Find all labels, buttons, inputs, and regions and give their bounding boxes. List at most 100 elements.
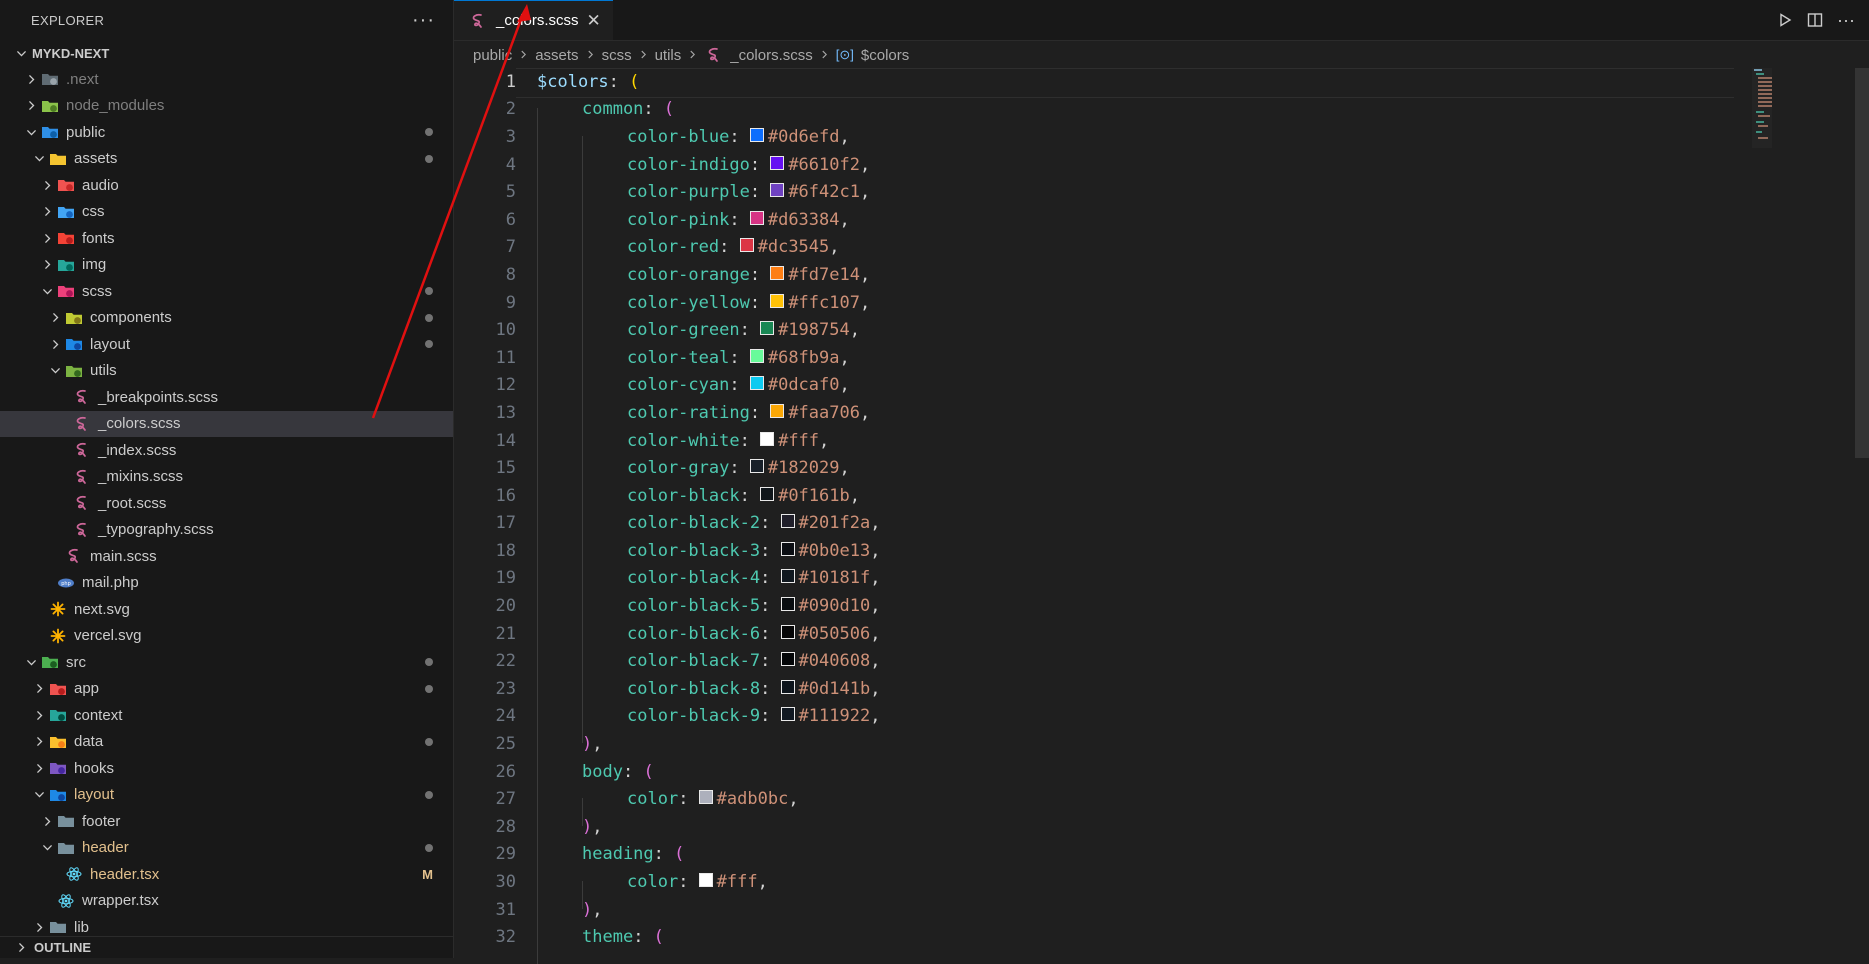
code-line[interactable]: 15 color-gray: #182029, — [454, 454, 1734, 496]
tree-item[interactable]: assets — [0, 146, 453, 173]
tree-item[interactable]: context — [0, 702, 453, 729]
code-line[interactable]: 16 color-black: #0f161b, — [454, 482, 1734, 523]
tree-item[interactable]: php mail.php — [0, 570, 453, 597]
code-line[interactable]: 22 color-black-7: #040608, — [454, 647, 1734, 689]
color-swatch[interactable] — [770, 155, 785, 170]
color-swatch[interactable] — [780, 597, 795, 612]
tree-item[interactable]: components — [0, 305, 453, 332]
tree-item[interactable]: audio — [0, 172, 453, 199]
tree-item[interactable]: layout — [0, 782, 453, 809]
tree-item[interactable]: public — [0, 119, 453, 146]
tree-item[interactable]: node_modules — [0, 93, 453, 120]
code-line[interactable]: 2 common: ( — [454, 96, 1734, 137]
tree-item[interactable]: .next — [0, 66, 453, 93]
tree-item[interactable]: main.scss — [0, 543, 453, 570]
tree-item[interactable]: img — [0, 252, 453, 279]
tree-item[interactable]: hooks — [0, 755, 453, 782]
color-swatch[interactable] — [760, 486, 775, 501]
code-line[interactable]: 30 color: #fff, — [454, 868, 1734, 910]
color-swatch[interactable] — [780, 679, 795, 694]
code-editor[interactable]: 1 $colors: (2 common: (3 color-blue: #0d6ef… — [454, 68, 1734, 964]
color-swatch[interactable] — [749, 376, 764, 391]
color-swatch[interactable] — [770, 183, 785, 198]
code-line[interactable]: 24 color-black-9: #111922, — [454, 703, 1734, 744]
tree-item[interactable]: _breakpoints.scss — [0, 384, 453, 411]
code-line[interactable]: 6 color-pink: #d63384, — [454, 206, 1734, 247]
more-actions-icon[interactable]: ··· — [1837, 10, 1855, 31]
color-swatch[interactable] — [739, 238, 754, 253]
tree-item[interactable]: header.tsx M — [0, 861, 453, 888]
tree-item[interactable]: layout — [0, 331, 453, 358]
color-swatch[interactable] — [749, 127, 764, 142]
code-line[interactable]: 19 color-black-4: #10181f, — [454, 565, 1734, 606]
tree-item[interactable]: app — [0, 676, 453, 703]
tree-item[interactable]: _typography.scss — [0, 517, 453, 544]
color-swatch[interactable] — [780, 707, 795, 722]
color-swatch[interactable] — [770, 403, 785, 418]
code-line[interactable]: 20 color-black-5: #090d10, — [454, 592, 1734, 634]
code-line[interactable]: 11 color-teal: #68fb9a, — [454, 344, 1734, 385]
code-line[interactable]: 9 color-yellow: #ffc107, — [454, 289, 1734, 330]
color-swatch[interactable] — [760, 431, 775, 446]
color-swatch[interactable] — [760, 321, 775, 336]
tree-item[interactable]: utils — [0, 358, 453, 385]
code-line[interactable]: 28), — [454, 813, 1734, 854]
code-line[interactable]: 13 color-rating: #faa706, — [454, 399, 1734, 440]
color-swatch[interactable] — [749, 459, 764, 474]
color-swatch[interactable] — [698, 790, 713, 805]
code-line[interactable]: 5 color-purple: #6f42c1, — [454, 178, 1734, 220]
color-swatch[interactable] — [780, 541, 795, 556]
minimap[interactable] — [1744, 68, 1814, 148]
breadcrumb-item[interactable]: public — [473, 47, 512, 64]
code-line[interactable]: 21 color-black-6: #050506, — [454, 620, 1734, 661]
code-line[interactable]: 25), — [454, 730, 1734, 772]
breadcrumb-item[interactable]: scss — [602, 47, 632, 64]
tree-item[interactable]: header — [0, 835, 453, 862]
color-swatch[interactable] — [698, 873, 713, 888]
breadcrumb-item[interactable]: $colors — [861, 47, 909, 64]
code-line[interactable]: 14 color-white: #fff, — [454, 427, 1734, 468]
tree-item[interactable]: data — [0, 729, 453, 756]
color-swatch[interactable] — [780, 514, 795, 529]
code-line[interactable]: 27 color: #adb0bc, — [454, 785, 1734, 827]
close-icon[interactable]: ✕ — [587, 11, 601, 31]
color-swatch[interactable] — [780, 569, 795, 584]
tree-item[interactable]: _colors.scss — [0, 410, 453, 437]
code-line[interactable]: 1 $colors: ( — [454, 68, 1734, 98]
code-line[interactable]: 18 color-black-3: #0b0e13, — [454, 537, 1734, 578]
tree-item[interactable]: vercel.svg — [0, 623, 453, 650]
color-swatch[interactable] — [780, 652, 795, 667]
run-icon[interactable] — [1777, 12, 1793, 28]
tree-item[interactable]: _mixins.scss — [0, 464, 453, 491]
code-line[interactable]: 31), — [454, 896, 1734, 937]
tree-item[interactable]: fonts — [0, 225, 453, 252]
code-line[interactable]: 26 body: ( — [454, 758, 1734, 799]
breadcrumb-item[interactable]: _colors.scss — [730, 47, 813, 64]
code-line[interactable]: 32 theme: ( — [454, 923, 1734, 964]
tree-item[interactable]: src — [0, 649, 453, 676]
scrollbar-thumb[interactable] — [1855, 68, 1869, 458]
vertical-scrollbar[interactable] — [1855, 68, 1869, 958]
code-line[interactable]: 4 color-indigo: #6610f2, — [454, 151, 1734, 192]
code-line[interactable]: 7 color-red: #dc3545, — [454, 234, 1734, 275]
workspace-root[interactable]: MYKD-NEXT — [0, 40, 453, 66]
code-line[interactable]: 3 color-blue: #0d6efd, — [454, 123, 1734, 164]
split-editor-icon[interactable] — [1807, 12, 1823, 28]
tree-item[interactable]: footer — [0, 808, 453, 835]
color-swatch[interactable] — [770, 265, 785, 280]
tree-item[interactable]: _root.scss — [0, 490, 453, 517]
tab-colors-scss[interactable]: _colors.scss ✕ — [454, 0, 613, 40]
color-swatch[interactable] — [770, 293, 785, 308]
code-line[interactable]: 17 color-black-2: #201f2a, — [454, 510, 1734, 551]
breadcrumb-item[interactable]: assets — [535, 47, 578, 64]
breadcrumb-item[interactable]: utils — [655, 47, 682, 64]
tree-item[interactable]: css — [0, 199, 453, 226]
color-swatch[interactable] — [749, 348, 764, 363]
code-line[interactable]: 23 color-black-8: #0d141b, — [454, 675, 1734, 716]
outline-section[interactable]: OUTLINE — [0, 936, 453, 958]
tree-item[interactable]: scss — [0, 278, 453, 305]
code-line[interactable]: 29 heading: ( — [454, 841, 1734, 882]
color-swatch[interactable] — [749, 210, 764, 225]
tree-item[interactable]: next.svg — [0, 596, 453, 623]
color-swatch[interactable] — [780, 624, 795, 639]
